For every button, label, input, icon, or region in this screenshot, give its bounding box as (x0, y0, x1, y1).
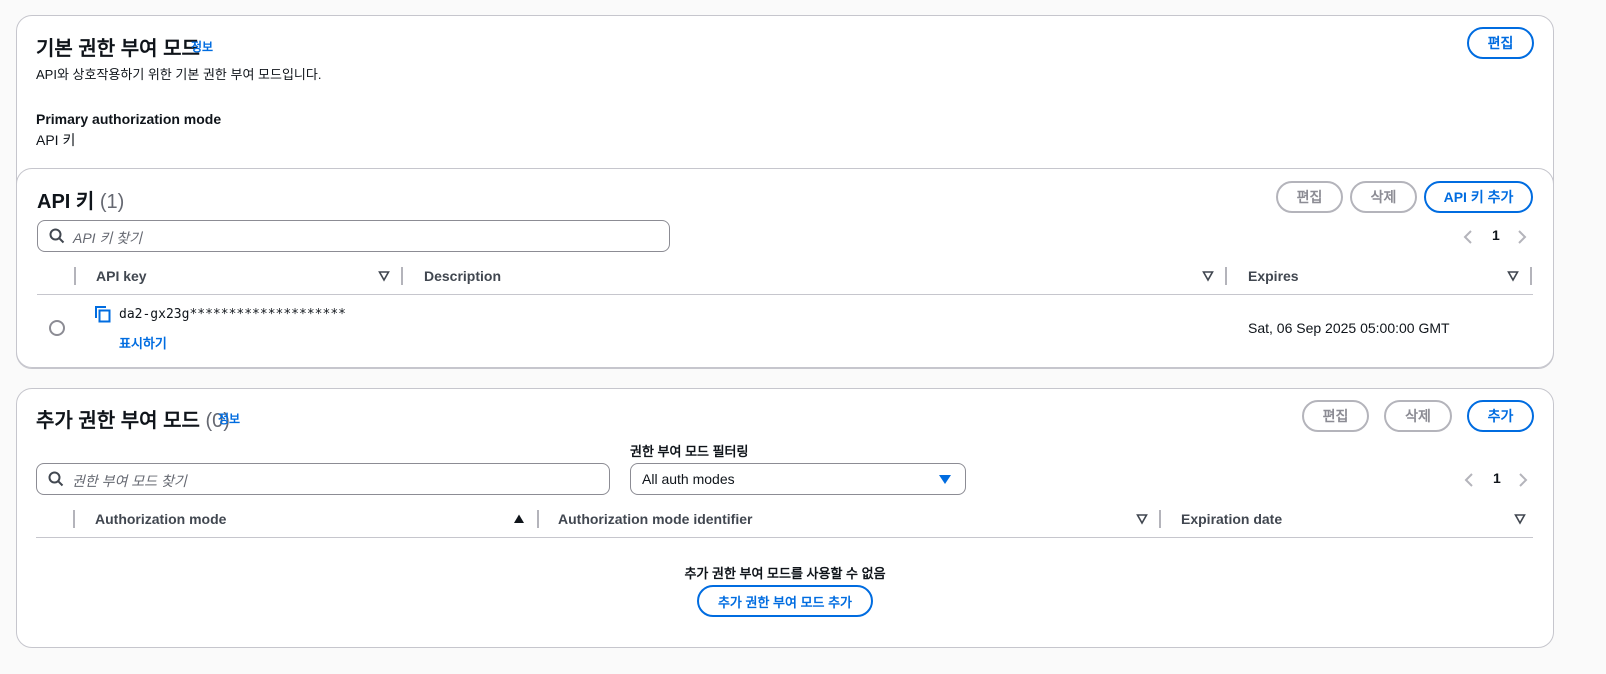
column-resizer[interactable] (1159, 510, 1161, 528)
column-resizer[interactable] (401, 267, 403, 285)
column-resizer[interactable] (1225, 267, 1227, 285)
api-keys-title-text: API 키 (37, 191, 95, 213)
column-resizer[interactable] (537, 510, 539, 528)
chevron-right-icon[interactable] (1516, 229, 1528, 245)
additional-auth-pagination: 1 (1461, 470, 1535, 490)
sort-icon[interactable] (1136, 513, 1148, 525)
column-header-authorization-mode[interactable]: Authorization mode (95, 511, 226, 527)
auth-mode-filter-select[interactable]: All auth modes (630, 463, 966, 495)
add-additional-auth-mode-button[interactable]: 추가 권한 부여 모드 추가 (697, 585, 873, 617)
primary-auth-description: API와 상호작용하기 위한 기본 권한 부여 모드입니다. (36, 67, 322, 82)
auth-mode-search-input[interactable]: 권한 부여 모드 찾기 (36, 463, 610, 495)
row-select-radio[interactable] (49, 320, 65, 336)
primary-auth-field-label: Primary authorization mode (36, 111, 222, 127)
auth-mode-filter-label: 권한 부여 모드 필터링 (630, 444, 749, 459)
additional-auth-info-link[interactable]: 정보 (218, 410, 240, 427)
column-divider (73, 510, 75, 528)
chevron-right-icon[interactable] (1517, 472, 1529, 488)
additional-auth-title-text: 추가 권한 부여 모드 (36, 410, 200, 432)
api-key-expires: Sat, 06 Sep 2025 05:00:00 GMT (1248, 320, 1450, 336)
additional-auth-title: 추가 권한 부여 모드 (0) (36, 404, 230, 433)
auth-mode-filter-value: All auth modes (642, 471, 735, 487)
auth-mode-search-placeholder: 권한 부여 모드 찾기 (72, 473, 187, 489)
api-key-search-placeholder: API 키 찾기 (73, 230, 142, 246)
additional-auth-delete-button[interactable]: 삭제 (1384, 400, 1452, 432)
column-header-expiration-date[interactable]: Expiration date (1181, 511, 1282, 527)
column-divider (74, 267, 76, 285)
api-key-search-input[interactable]: API 키 찾기 (37, 220, 670, 252)
primary-auth-field-value: API 키 (36, 132, 76, 148)
show-api-key-link[interactable]: 표시하기 (119, 333, 167, 352)
sort-icon[interactable] (1514, 513, 1526, 525)
column-header-api-key[interactable]: API key (96, 268, 147, 284)
sort-icon[interactable] (1507, 270, 1519, 282)
api-keys-edit-button[interactable]: 편집 (1276, 181, 1343, 213)
column-header-expires[interactable]: Expires (1248, 268, 1299, 284)
column-header-description[interactable]: Description (424, 268, 501, 284)
api-keys-page-number[interactable]: 1 (1492, 227, 1500, 243)
primary-auth-edit-button[interactable]: 편집 (1467, 27, 1534, 59)
column-header-authorization-mode-identifier[interactable]: Authorization mode identifier (558, 511, 752, 527)
api-key-value: da2-gx23g******************** (119, 307, 346, 322)
table-header-divider (36, 537, 1533, 538)
table-header-divider (37, 294, 1533, 295)
column-resizer[interactable] (1530, 267, 1532, 285)
sort-ascending-icon[interactable] (513, 513, 525, 525)
add-api-key-button[interactable]: API 키 추가 (1424, 181, 1533, 213)
chevron-left-icon[interactable] (1463, 472, 1475, 488)
copy-icon[interactable] (95, 306, 111, 323)
additional-auth-add-button[interactable]: 추가 (1467, 400, 1534, 432)
additional-auth-page-number[interactable]: 1 (1493, 470, 1501, 486)
sort-icon[interactable] (378, 270, 390, 282)
api-keys-count: (1) (99, 191, 125, 213)
empty-state-text: 추가 권한 부여 모드를 사용할 수 없음 (684, 566, 886, 581)
api-keys-delete-button[interactable]: 삭제 (1350, 181, 1417, 213)
search-icon (49, 228, 65, 244)
chevron-left-icon[interactable] (1462, 229, 1474, 245)
additional-auth-edit-button[interactable]: 편집 (1302, 400, 1369, 432)
caret-down-icon (939, 475, 951, 484)
api-keys-pagination: 1 (1460, 227, 1534, 247)
primary-auth-info-link[interactable]: 정보 (191, 38, 213, 55)
search-icon (48, 471, 64, 487)
sort-icon[interactable] (1202, 270, 1214, 282)
primary-auth-title: 기본 권한 부여 모드 (36, 38, 200, 60)
api-keys-title: API 키 (1) (37, 185, 124, 214)
